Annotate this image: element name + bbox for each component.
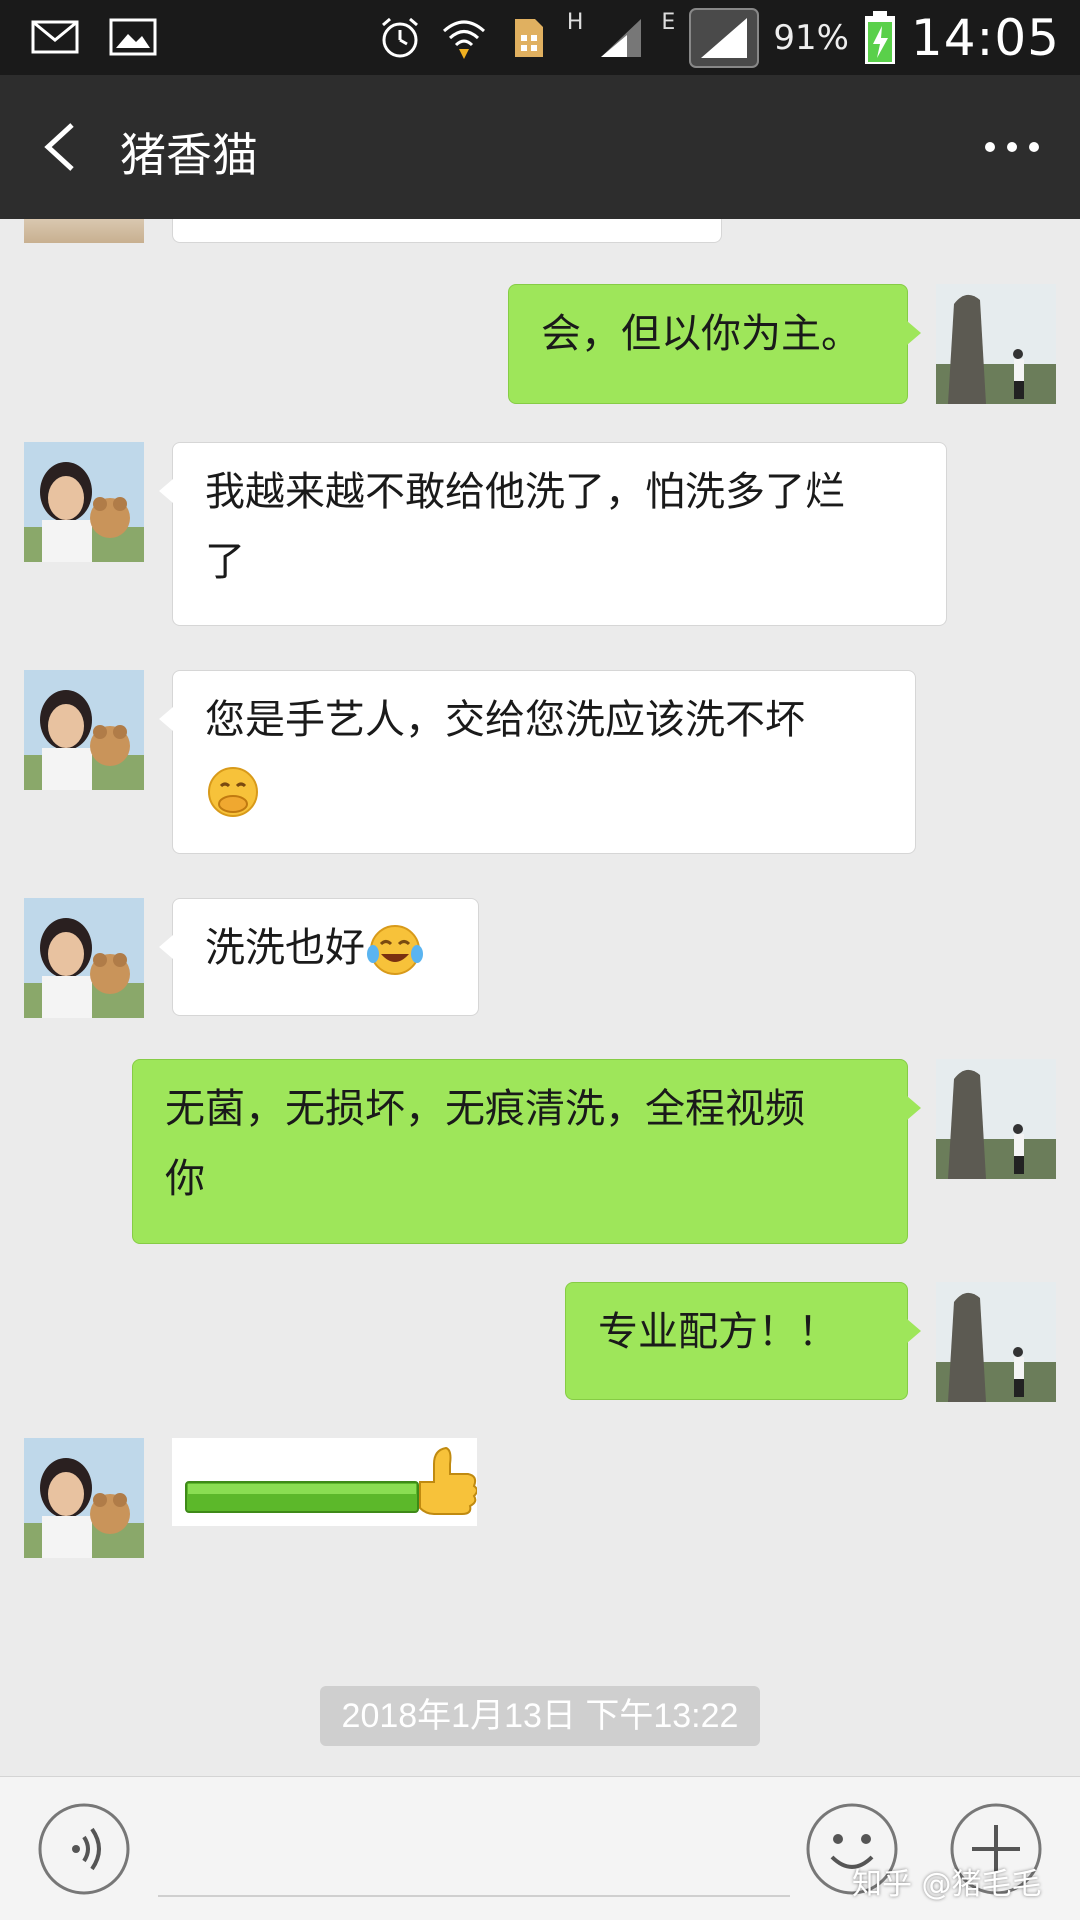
message-text-line-2: 了 bbox=[205, 539, 245, 585]
battery-percent: 91% bbox=[773, 17, 849, 58]
watermark: 知乎 @猪毛毛 bbox=[852, 1867, 1042, 1902]
chat-header: 猪香猫 bbox=[0, 75, 1080, 219]
clock: 14:05 bbox=[910, 8, 1060, 67]
message-bubble-incoming[interactable]: 您是手艺人，交给您洗应该洗不坏 bbox=[159, 670, 916, 854]
mail-icon bbox=[31, 20, 79, 54]
avatar-contact[interactable] bbox=[24, 670, 144, 790]
battery-charging-icon bbox=[864, 10, 895, 64]
message-text-line-1: 我越来越不敢给他洗了，怕洗多了烂 bbox=[205, 469, 845, 515]
message-bubble-outgoing[interactable]: 专业配方！！ bbox=[565, 1282, 921, 1400]
message-bubble-incoming[interactable]: 洗洗也好 bbox=[159, 898, 479, 1016]
message-bubble-outgoing[interactable]: 无菌，无损坏，无痕清洗，全程视频 你 bbox=[132, 1059, 921, 1244]
message-text: 专业配方！！ bbox=[598, 1309, 838, 1355]
avatar-partial bbox=[24, 219, 144, 243]
message-text-line-1: 无菌，无损坏，无痕清洗，全程视频 bbox=[165, 1086, 805, 1132]
network-type-e: E bbox=[661, 10, 676, 35]
timestamp: 2018年1月13日 下午13:22 bbox=[320, 1686, 760, 1746]
avatar-self[interactable] bbox=[936, 284, 1056, 404]
signal-icon-2 bbox=[689, 7, 760, 68]
tears-of-joy-emoji bbox=[367, 925, 423, 975]
voice-icon[interactable] bbox=[36, 1801, 132, 1897]
message-bubble-outgoing[interactable]: 会，但以你为主。 bbox=[508, 284, 921, 404]
network-type-h: H bbox=[566, 10, 584, 35]
chat-title: 猪香猫 bbox=[120, 128, 258, 182]
status-bar: H E 91% 14:05 bbox=[0, 0, 1080, 75]
message-text-line-1: 您是手艺人，交给您洗应该洗不坏 bbox=[205, 697, 805, 743]
wifi-icon bbox=[442, 20, 485, 59]
message-bubble-incoming[interactable]: 我越来越不敢给他洗了，怕洗多了烂 了 bbox=[159, 442, 947, 626]
avatar-contact[interactable] bbox=[24, 442, 144, 562]
message-text-line-2: 你 bbox=[165, 1156, 205, 1202]
message-text: 会，但以你为主。 bbox=[541, 311, 861, 357]
sim-card-icon bbox=[514, 18, 543, 57]
avatar-contact[interactable] bbox=[24, 898, 144, 1018]
previous-message-bubble bbox=[172, 219, 722, 243]
avatar-contact[interactable] bbox=[24, 1438, 144, 1558]
input-toolbar: 知乎 @猪毛毛 bbox=[0, 1776, 1080, 1920]
signal-icon bbox=[601, 18, 642, 57]
green-bar-thumbs-up-sticker[interactable] bbox=[172, 1438, 477, 1526]
alarm-icon bbox=[381, 17, 418, 57]
message-input[interactable] bbox=[158, 1895, 790, 1897]
avatar-self[interactable] bbox=[936, 1059, 1056, 1179]
image-icon bbox=[109, 18, 157, 56]
covering-mouth-emoji bbox=[208, 767, 258, 817]
avatar-self[interactable] bbox=[936, 1282, 1056, 1402]
message-text: 洗洗也好 bbox=[205, 925, 365, 971]
more-options-button[interactable] bbox=[980, 127, 1044, 167]
back-button[interactable] bbox=[36, 115, 86, 179]
